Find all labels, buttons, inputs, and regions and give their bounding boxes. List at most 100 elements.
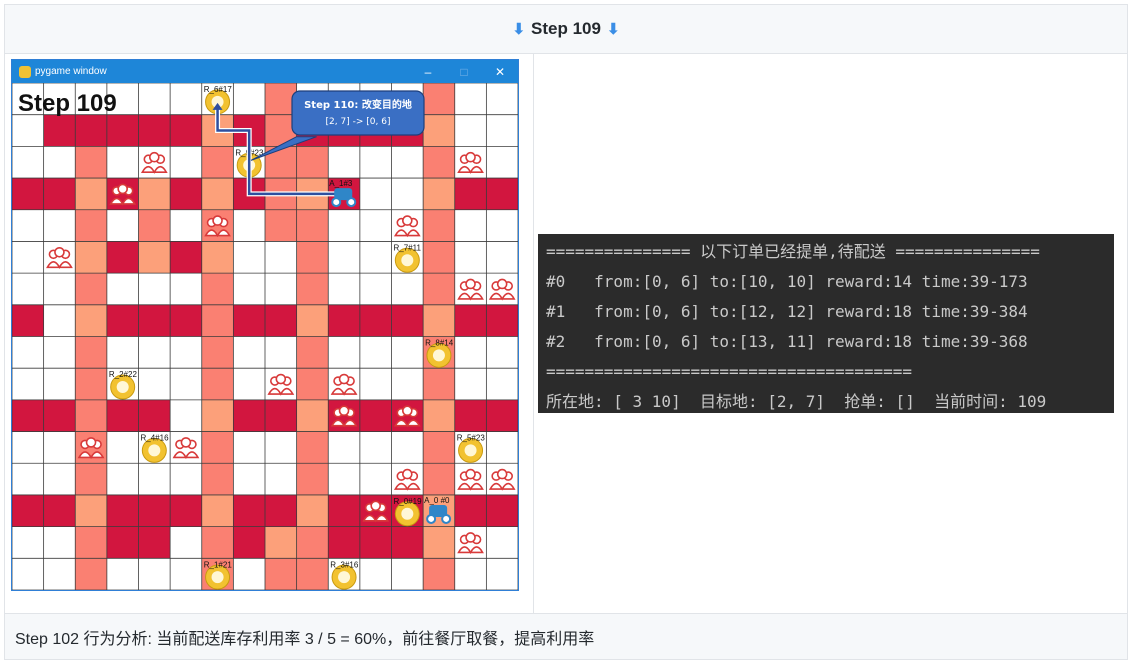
road-cell: [423, 399, 455, 432]
road-cell: [423, 209, 455, 242]
road-cell: [296, 558, 329, 590]
road-cell: [423, 114, 455, 147]
road-cell: [106, 399, 139, 432]
road-cell: [265, 304, 297, 337]
road-cell: [233, 399, 265, 432]
customer-icon: [457, 546, 484, 555]
road-cell: [170, 241, 202, 274]
road-cell: [265, 209, 297, 242]
customer-icon: [172, 451, 200, 460]
road-cell: [296, 494, 329, 527]
road-cell: [75, 178, 107, 210]
road-cell: [43, 304, 76, 337]
road-cell: [201, 463, 234, 495]
customer-icon: [457, 292, 484, 301]
road-cell: [75, 241, 107, 274]
terminal-line: #2 from:[0, 6] to:[13, 11] reward:18 tim…: [546, 332, 1028, 351]
restaurant-label: R_4#16: [141, 434, 170, 443]
restaurant-label: R_0#19: [394, 497, 423, 506]
road-cell: [170, 114, 202, 147]
road-cell: [201, 146, 234, 179]
maximize-button[interactable]: □: [446, 65, 482, 79]
road-cell: [170, 494, 202, 527]
behavior-analysis: Step 102 行为分析: 当前配送库存利用率 3 / 5 = 60%，前往餐…: [5, 613, 1127, 659]
road-cell: [296, 526, 329, 559]
road-cell: [423, 463, 455, 495]
step-header: ⬇ Step 109 ⬇: [5, 5, 1127, 54]
rider-icon: [441, 513, 452, 524]
road-cell: [12, 178, 44, 210]
customer-icon: [488, 482, 516, 491]
road-cell: [296, 241, 329, 274]
road-cell: [296, 368, 329, 400]
restaurant-label: R_8#14: [425, 339, 454, 348]
road-cell: [12, 304, 44, 337]
road-cell: [486, 494, 518, 527]
callout-title: Step 110: 改变目的地: [304, 98, 412, 111]
road-cell: [423, 273, 455, 305]
customer-icon: [488, 292, 516, 301]
customer-icon: [496, 278, 508, 290]
road-cell: [359, 526, 392, 559]
restaurant-icon: [148, 444, 161, 457]
road-cell: [328, 304, 360, 337]
customer-icon: [149, 151, 160, 163]
rider-label: A_1#3: [329, 179, 353, 188]
customer-icon: [330, 387, 358, 396]
window-titlebar[interactable]: pygame window – □ ✕: [12, 60, 518, 83]
road-cell: [423, 526, 455, 559]
minimize-button[interactable]: –: [410, 65, 446, 79]
road-cell: [106, 304, 139, 337]
customer-icon: [457, 165, 484, 174]
road-cell: [454, 178, 487, 210]
road-cell: [75, 558, 107, 590]
pygame-window[interactable]: pygame window – □ ✕ R_6#17 R_9#23 R_7#11 R_…: [11, 59, 519, 591]
customer-icon: [212, 215, 223, 226]
rider-icon: [346, 197, 357, 208]
road-cell: [138, 494, 171, 527]
restaurant-icon: [432, 349, 445, 362]
road-cell: [454, 304, 487, 337]
road-cell: [138, 304, 171, 337]
customer-icon: [393, 229, 421, 238]
rider-label: A_0 #0: [424, 496, 450, 505]
terminal-line: #1 from:[0, 6] to:[12, 12] reward:18 tim…: [546, 302, 1028, 321]
terminal-line: #0 from:[0, 6] to:[10, 10] reward:14 tim…: [546, 272, 1028, 291]
road-cell: [43, 114, 76, 147]
road-cell: [391, 526, 424, 559]
terminal-line: 所在地: [ 3 10] 目标地: [2, 7] 抢单: [] 当前时间: 10…: [546, 392, 1047, 411]
road-cell: [391, 178, 424, 210]
road-cell: [359, 304, 392, 337]
road-cell: [359, 178, 392, 210]
road-cell: [233, 304, 265, 337]
road-cell: [359, 399, 392, 432]
road-cell: [486, 178, 518, 210]
road-cell: [201, 526, 234, 559]
restaurant-icon: [338, 571, 351, 584]
road-cell: [296, 273, 329, 305]
customer-icon: [267, 387, 295, 396]
customer-icon: [54, 246, 65, 258]
road-cell: [138, 241, 171, 274]
arrow-down-icon: ⬇: [512, 21, 526, 38]
road-cell: [454, 114, 487, 147]
road-cell: [75, 273, 107, 305]
window-title: pygame window: [35, 66, 107, 77]
road-cell: [170, 399, 202, 432]
terminal-line: ======================================: [546, 362, 913, 381]
road-cell: [423, 178, 455, 210]
customer-icon: [465, 532, 476, 543]
road-cell: [201, 304, 234, 337]
road-cell: [201, 494, 234, 527]
customer-icon: [393, 482, 421, 491]
road-cell: [138, 178, 171, 210]
road-cell: [138, 209, 171, 242]
road-cell: [454, 399, 487, 432]
road-cell: [201, 399, 234, 432]
customer-icon: [402, 468, 413, 480]
road-cell: [75, 368, 107, 400]
terminal-output: =============== 以下订单已经提单,待配送 ===========…: [538, 234, 1114, 413]
close-button[interactable]: ✕: [482, 65, 518, 79]
restaurant-label: R_2#22: [109, 370, 138, 379]
road-cell: [296, 399, 329, 432]
